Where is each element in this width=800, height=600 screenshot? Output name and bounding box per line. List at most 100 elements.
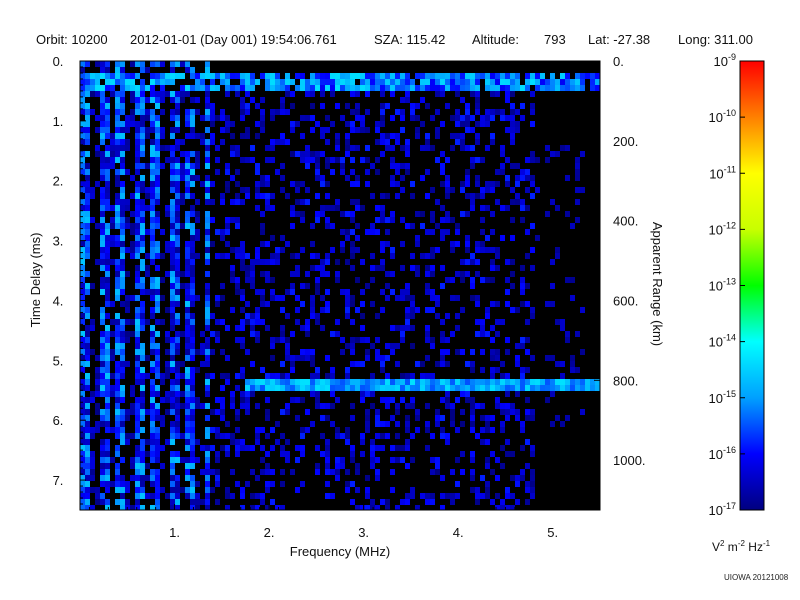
heatmap-cell xyxy=(390,175,395,181)
credit-label: UIOWA 20121008 xyxy=(724,573,789,582)
heatmap-cell xyxy=(495,199,500,205)
heatmap-cell xyxy=(390,289,395,295)
heatmap-cell xyxy=(105,367,110,373)
heatmap-cell xyxy=(340,157,345,163)
heatmap-cell xyxy=(255,433,260,439)
heatmap-cell xyxy=(265,433,270,439)
heatmap-cell xyxy=(325,79,330,85)
heatmap-cell xyxy=(310,91,315,97)
heatmap-cell xyxy=(150,247,155,253)
heatmap-cell xyxy=(330,331,335,337)
heatmap-cell xyxy=(445,361,450,367)
heatmap-cell xyxy=(455,121,460,127)
heatmap-cell xyxy=(515,199,520,205)
heatmap-cell xyxy=(90,319,95,325)
heatmap-cell xyxy=(470,253,475,259)
heatmap-cell xyxy=(520,175,525,181)
heatmap-cell xyxy=(460,139,465,145)
heatmap-cell xyxy=(150,415,155,421)
heatmap-cell xyxy=(530,313,535,319)
heatmap-cell xyxy=(460,121,465,127)
heatmap-cell xyxy=(190,427,195,433)
heatmap-cell xyxy=(280,307,285,313)
heatmap-cell xyxy=(380,355,385,361)
heatmap-cell xyxy=(530,445,535,451)
right-tick-label: 0. xyxy=(613,54,624,69)
heatmap-cell xyxy=(250,97,255,103)
heatmap-cell xyxy=(380,151,385,157)
heatmap-cell xyxy=(265,205,270,211)
heatmap-cell xyxy=(120,169,125,175)
heatmap-cell xyxy=(385,373,390,379)
heatmap-cell xyxy=(120,211,125,217)
heatmap-cell xyxy=(360,115,365,121)
heatmap-cell xyxy=(360,361,365,367)
heatmap-cell xyxy=(120,241,125,247)
heatmap-cell xyxy=(160,373,165,379)
heatmap-cell xyxy=(325,289,330,295)
heatmap-cell xyxy=(300,217,305,223)
heatmap-cell xyxy=(450,133,455,139)
heatmap-cell xyxy=(140,439,145,445)
heatmap-cell xyxy=(115,175,120,181)
heatmap-cell xyxy=(445,193,450,199)
heatmap-cell xyxy=(145,355,150,361)
heatmap-cell xyxy=(165,307,170,313)
heatmap-cell xyxy=(115,391,120,397)
heatmap-cell xyxy=(465,391,470,397)
heatmap-cell xyxy=(180,169,185,175)
heatmap-cell xyxy=(100,475,105,481)
heatmap-cell xyxy=(335,277,340,283)
heatmap-cell xyxy=(160,487,165,493)
heatmap-cell xyxy=(230,199,235,205)
heatmap-cell xyxy=(360,385,365,391)
heatmap-cell xyxy=(120,409,125,415)
heatmap-cell xyxy=(180,61,185,67)
heatmap-cell xyxy=(260,385,265,391)
heatmap-cell xyxy=(505,409,510,415)
heatmap-cell xyxy=(115,415,120,421)
heatmap-cell xyxy=(175,115,180,121)
heatmap-cell xyxy=(505,493,510,499)
heatmap-cell xyxy=(155,133,160,139)
heatmap-cell xyxy=(105,451,110,457)
heatmap-cell xyxy=(115,259,120,265)
heatmap-cell xyxy=(105,457,110,463)
heatmap-cell xyxy=(145,85,150,91)
heatmap-cell xyxy=(245,301,250,307)
heatmap-cell xyxy=(490,139,495,145)
heatmap-cell xyxy=(140,307,145,313)
heatmap-cell xyxy=(190,67,195,73)
heatmap-cell xyxy=(130,319,135,325)
heatmap-cell xyxy=(300,451,305,457)
heatmap-cell xyxy=(325,463,330,469)
heatmap-cell xyxy=(495,379,500,385)
heatmap-cell xyxy=(510,187,515,193)
heatmap-cell xyxy=(310,127,315,133)
heatmap-cell xyxy=(470,145,475,151)
heatmap-cell xyxy=(265,379,270,385)
heatmap-cell xyxy=(415,103,420,109)
heatmap-cell xyxy=(190,133,195,139)
heatmap-cell xyxy=(105,379,110,385)
heatmap-cell xyxy=(445,157,450,163)
heatmap-cell xyxy=(530,181,535,187)
heatmap-cell xyxy=(425,331,430,337)
heatmap-cell xyxy=(115,91,120,97)
heatmap-cell xyxy=(250,259,255,265)
heatmap-cell xyxy=(425,229,430,235)
heatmap-cell xyxy=(555,247,560,253)
heatmap-cell xyxy=(115,169,120,175)
heatmap-cell xyxy=(505,439,510,445)
heatmap-cell xyxy=(455,223,460,229)
heatmap-cell xyxy=(355,85,360,91)
heatmap-cell xyxy=(260,259,265,265)
heatmap-cell xyxy=(435,379,440,385)
heatmap-cell xyxy=(90,193,95,199)
heatmap-cell xyxy=(510,403,515,409)
unit-m: m xyxy=(724,540,738,554)
heatmap-cell xyxy=(350,361,355,367)
right-tick-label: 200. xyxy=(613,134,638,149)
heatmap-cell xyxy=(305,79,310,85)
heatmap-cell xyxy=(140,235,145,241)
